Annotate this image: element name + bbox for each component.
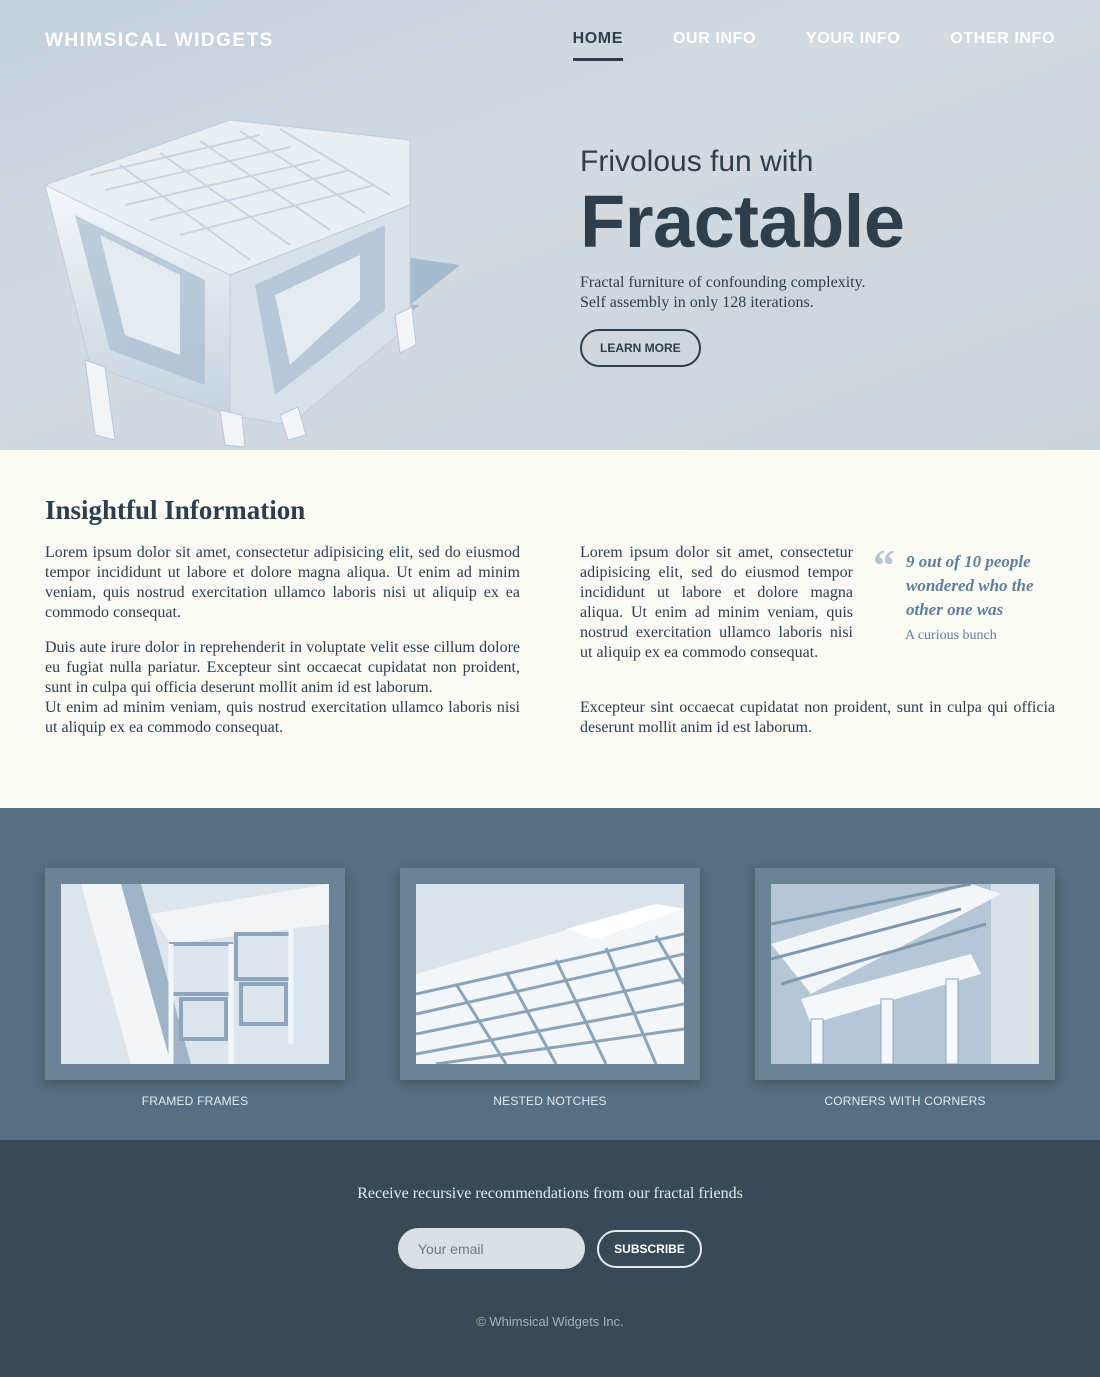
fractal-cube-illustration	[44, 119, 460, 448]
learn-more-button[interactable]: LEARN MORE	[580, 329, 701, 367]
quote-text: 9 out of 10 people wondered who the othe…	[906, 552, 1034, 619]
quote-source: A curious bunch	[905, 628, 997, 643]
info-paragraph: Duis aute irure dolor in reprehenderit i…	[45, 639, 520, 696]
info-paragraph: Excepteur sint occaecat cupidatat non pr…	[580, 699, 1055, 736]
info-section: Insightful Information Lorem ipsum dolor…	[0, 450, 1100, 808]
hero-description-line-2: Self assembly in only 128 iterations.	[580, 294, 814, 311]
hero-text-block: Frivolous fun with Fractable Fractal fur…	[580, 145, 905, 367]
info-right-column: Lorem ipsum dolor sit amet, consectetur …	[580, 543, 853, 678]
nav-item-our-info[interactable]: OUR INFO	[673, 30, 756, 61]
hero-subtitle: Frivolous fun with	[580, 145, 814, 178]
subscribe-button[interactable]: SUBSCRIBE	[597, 1230, 702, 1268]
gallery-card-corners-with-corners[interactable]	[755, 868, 1055, 1080]
gallery-card-framed-frames[interactable]	[45, 868, 345, 1080]
gallery-label: NESTED NOTCHES	[493, 1094, 607, 1108]
hero-description: Fractal furniture of confounding complex…	[580, 273, 905, 313]
info-right-bottom: Excepteur sint occaecat cupidatat non pr…	[580, 698, 1055, 753]
info-paragraph: Ut enim ad minim veniam, quis nostrud ex…	[45, 699, 520, 736]
fractal-notch-image	[416, 884, 684, 1064]
main-nav: HOME OUR INFO YOUR INFO OTHER INFO	[572, 30, 1055, 61]
copyright-text: © Whimsical Widgets Inc.	[476, 1314, 624, 1329]
brand-logo[interactable]: WHIMSICAL WIDGETS	[45, 30, 274, 52]
nav-item-other-info[interactable]: OTHER INFO	[950, 30, 1055, 61]
hero-title: Fractable	[580, 180, 905, 263]
hero-section: WHIMSICAL WIDGETS HOME OUR INFO YOUR INF…	[0, 0, 1100, 450]
quote-mark-icon: “	[873, 541, 895, 590]
gallery-label: CORNERS WITH CORNERS	[824, 1094, 986, 1108]
fractal-corner-image	[771, 884, 1039, 1064]
hero-description-line-1: Fractal furniture of confounding complex…	[580, 274, 866, 291]
nav-item-home[interactable]: HOME	[572, 30, 623, 61]
email-input[interactable]	[398, 1228, 585, 1269]
info-left-column: Lorem ipsum dolor sit amet, consectetur …	[45, 543, 520, 753]
info-paragraph: Lorem ipsum dolor sit amet, consectetur …	[580, 544, 853, 661]
gallery-section: FRAMED FRAMES NESTED NOTCHES CORNERS WIT…	[0, 808, 1100, 1140]
info-paragraph: Lorem ipsum dolor sit amet, consectetur …	[45, 544, 520, 621]
newsletter-text: Receive recursive recommendations from o…	[357, 1185, 743, 1202]
nav-item-your-info[interactable]: YOUR INFO	[806, 30, 900, 61]
info-heading: Insightful Information	[45, 495, 306, 525]
gallery-card-nested-notches[interactable]	[400, 868, 700, 1080]
footer-section: Receive recursive recommendations from o…	[0, 1140, 1100, 1377]
fractal-frame-image	[61, 884, 329, 1064]
gallery-label: FRAMED FRAMES	[141, 1094, 249, 1108]
testimonial-quote: “ 9 out of 10 people wondered who the ot…	[873, 544, 1058, 644]
